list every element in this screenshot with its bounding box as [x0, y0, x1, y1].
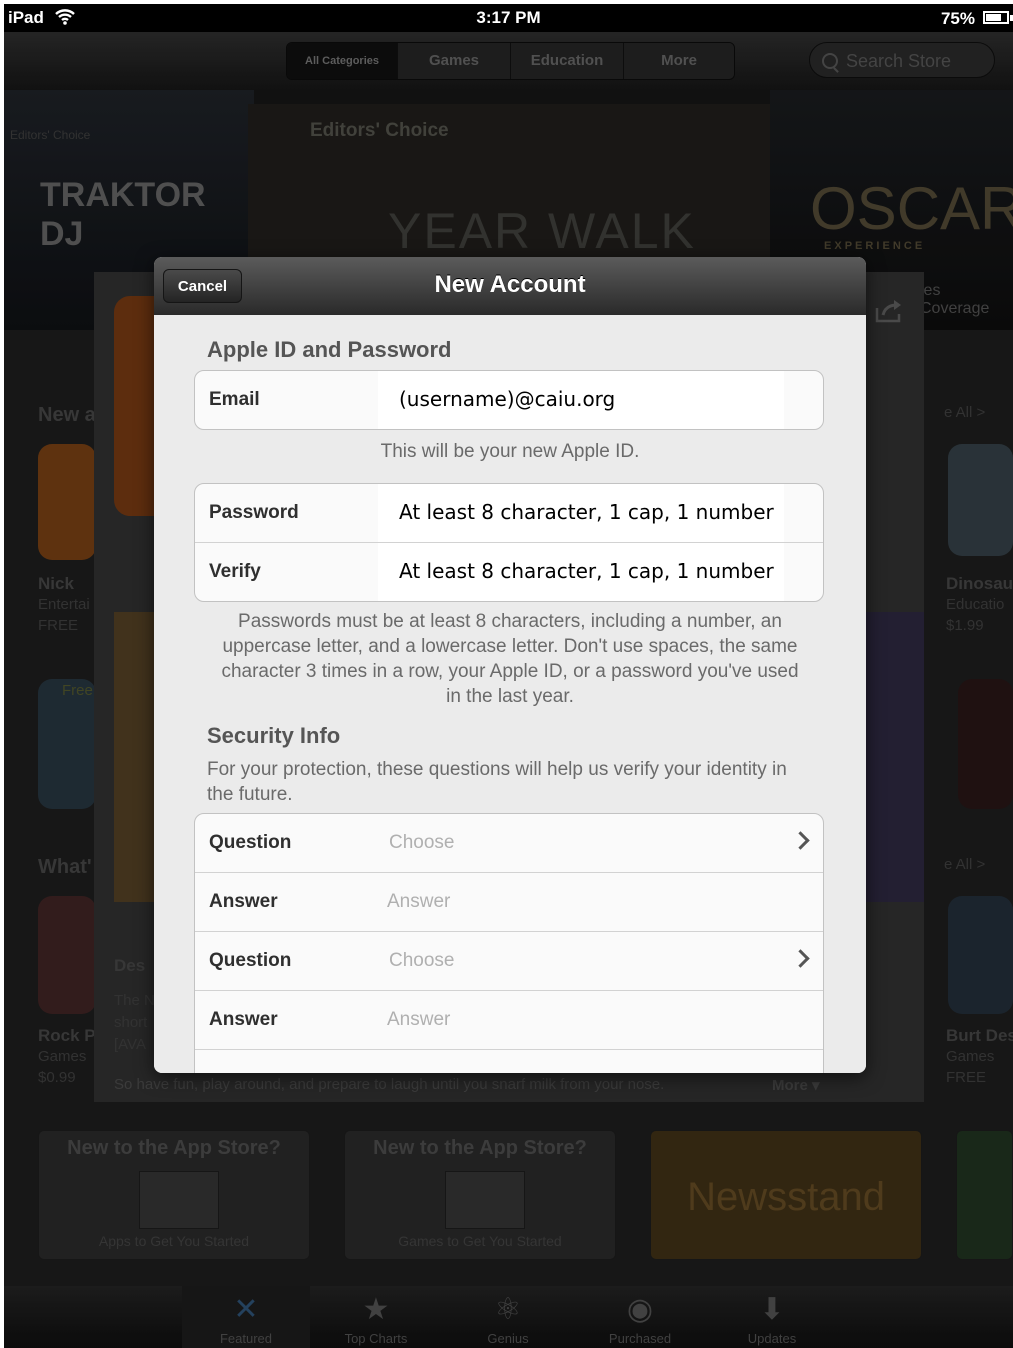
email-label: Email [209, 389, 260, 410]
question-3-row-partial[interactable] [195, 1050, 823, 1073]
password-rules-line-2: uppercase letter, and a lowercase letter… [222, 636, 798, 657]
password-rules-line-3: character 3 times in a row, your Apple I… [221, 661, 799, 682]
answer-2-field[interactable]: Answer [387, 1009, 450, 1031]
apple-id-section-heading: Apple ID and Password [207, 337, 452, 362]
status-bar: iPad 3:17 PM 75% [4, 4, 1013, 32]
dialog-title: New Account [434, 271, 586, 298]
email-value: (username)@caiu.org [399, 387, 616, 411]
password-value: At least 8 character, 1 cap, 1 number [399, 500, 774, 524]
battery-icon [983, 11, 1009, 24]
answer-1-row[interactable]: Answer Answer [195, 873, 823, 932]
clock: 3:17 PM [476, 8, 541, 27]
new-account-dialog: Cancel New Account Apple ID and Password… [154, 257, 866, 1073]
email-field[interactable]: (username)@caiu.org [378, 371, 784, 429]
password-rules-line-1: Passwords must be at least 8 characters,… [238, 611, 782, 632]
answer-1-field[interactable]: Answer [387, 891, 450, 913]
question-2-row[interactable]: Question Choose [195, 932, 823, 991]
apple-id-note: This will be your new Apple ID. [380, 441, 640, 462]
question-1-label: Question [209, 832, 292, 853]
ipad-screen: iPad 3:17 PM 75% All Categories Games Ed… [4, 4, 1013, 1348]
password-group: Password At least 8 character, 1 cap, 1 … [194, 483, 824, 602]
question-2-placeholder: Choose [389, 950, 455, 971]
password-rules-note: Passwords must be at least 8 characters,… [154, 609, 866, 709]
chevron-right-icon [791, 831, 810, 850]
dialog-header: Cancel New Account [154, 257, 866, 315]
email-group: Email (username)@caiu.org [194, 370, 824, 430]
security-note-line-2: the future. [207, 784, 293, 805]
answer-1-label: Answer [209, 891, 278, 912]
password-field[interactable]: At least 8 character, 1 cap, 1 number [378, 484, 784, 542]
question-1-row[interactable]: Question Choose [195, 814, 823, 873]
answer-2-row[interactable]: Answer Answer [195, 991, 823, 1050]
password-label: Password [209, 502, 299, 523]
password-rules-line-4: in the last year. [446, 686, 574, 707]
security-note-line-1: For your protection, these questions wil… [207, 759, 787, 780]
answer-2-label: Answer [209, 1009, 278, 1030]
verify-field[interactable]: At least 8 character, 1 cap, 1 number [378, 543, 784, 601]
dialog-body[interactable]: Apple ID and Password Email (username)@c… [154, 315, 866, 1073]
question-2-label: Question [209, 950, 292, 971]
password-row[interactable]: Password At least 8 character, 1 cap, 1 … [195, 484, 823, 543]
email-row[interactable]: Email (username)@caiu.org [195, 371, 823, 429]
chevron-right-icon [791, 949, 810, 968]
question-1-placeholder: Choose [389, 832, 455, 853]
security-questions-group: Question Choose Answer Answer Question C… [194, 813, 824, 1073]
verify-row[interactable]: Verify At least 8 character, 1 cap, 1 nu… [195, 543, 823, 601]
battery-percent: 75% [940, 9, 975, 28]
verify-label: Verify [209, 561, 261, 582]
security-section-heading: Security Info [207, 723, 341, 748]
verify-value: At least 8 character, 1 cap, 1 number [399, 559, 774, 583]
security-note: For your protection, these questions wil… [207, 757, 847, 807]
